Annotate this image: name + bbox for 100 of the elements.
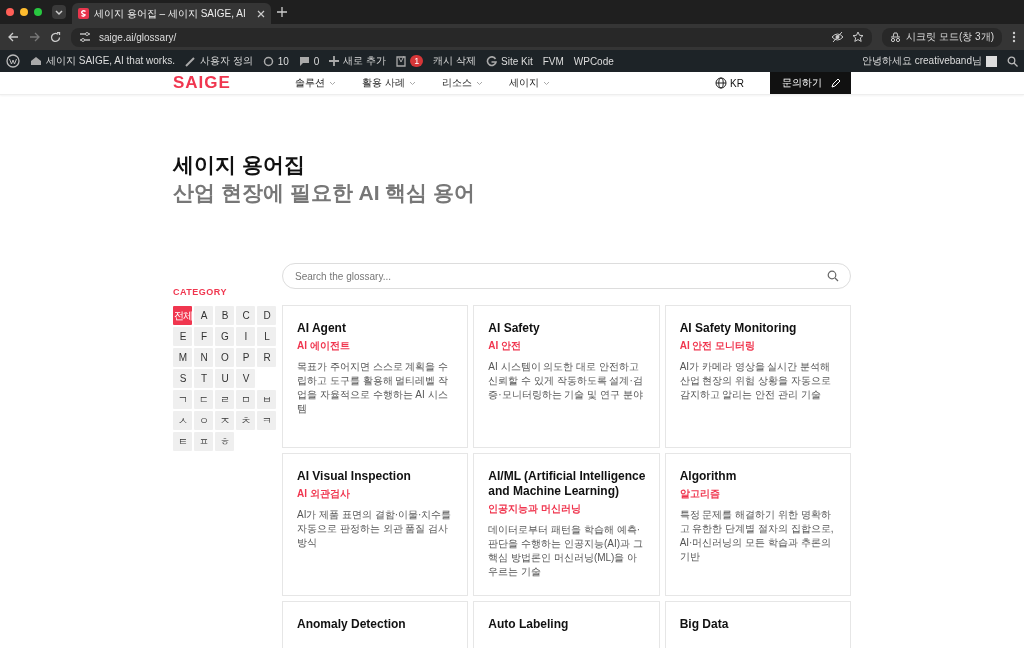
admin-new-link[interactable]: 새로 추가	[329, 54, 387, 68]
term-title: AI Safety	[488, 321, 541, 336]
close-icon[interactable]	[256, 9, 265, 18]
window-controls-icon[interactable]	[6, 8, 42, 16]
admin-customize-link[interactable]: 사용자 정의	[184, 54, 253, 68]
category-filter[interactable]: ㅍ	[194, 432, 213, 451]
term-korean: 알고리즘	[679, 487, 721, 501]
category-filter[interactable]: L	[257, 327, 276, 346]
account-greeting[interactable]: 안녕하세요 creativeband님	[861, 54, 982, 68]
star-icon[interactable]	[852, 31, 865, 43]
term-description: 목표가 주어지면 스스로 계획을 수립하고 도구를 활용해 멀티레벨 작업을 자율적으로 수행하는 AI 시스템	[297, 360, 450, 416]
chevron-down-icon	[54, 7, 64, 17]
home-icon	[30, 56, 42, 66]
category-filter[interactable]: ㄹ	[215, 390, 234, 409]
nav-link[interactable]: 활용 사례	[362, 76, 416, 90]
term-title: AI/ML (Artificial Intelligence and Machine Learning)	[488, 469, 647, 499]
category-filter[interactable]: B	[215, 306, 234, 325]
category-filter[interactable]: C	[236, 306, 255, 325]
address-bar[interactable]: saige.ai/glossary/	[71, 27, 873, 47]
category-filter[interactable]: M	[173, 348, 192, 367]
category-filter[interactable]: ㅊ	[236, 411, 255, 430]
admin-text-link[interactable]: FVM	[542, 55, 564, 67]
language-selector[interactable]: KR	[715, 77, 744, 89]
category-filter[interactable]: O	[215, 348, 234, 367]
back-icon[interactable]	[8, 32, 19, 42]
category-filter[interactable]: ㅇ	[194, 411, 213, 430]
chevron-down-icon	[329, 80, 336, 86]
category-filter[interactable]: F	[194, 327, 213, 346]
term-description: 데이터로부터 패턴을 학습해 예측·판단을 수행하는 인공지능(AI)과 그 핵심 방법론인 머신러닝(ML)을 아우르는 기술	[488, 523, 644, 579]
term-card[interactable]: AI/ML (Artificial Intelligence and Machine Learning) 인공지능과 머신러닝 데이터로부터 패턴을 학습해 예측·판단을 수행하는 인공지능(AI)과 그 핵심 방법론인 머신러닝(ML)을 아우르는 기술	[473, 453, 660, 596]
site-settings-icon[interactable]	[79, 31, 91, 43]
term-card[interactable]: Big Data	[664, 601, 851, 648]
nav-link[interactable]: 솔루션	[295, 76, 336, 90]
category-filter[interactable]: I	[236, 327, 255, 346]
incognito-icon	[890, 31, 902, 43]
category-filter[interactable]: D	[257, 306, 276, 325]
term-description: AI 시스템이 의도한 대로 안전하고 신뢰할 수 있게 작동하도록 설계·검증·모니터링하는 기술 및 연구 분야	[488, 360, 644, 402]
g-letter-icon	[486, 55, 497, 67]
term-card[interactable]: AI Agent AI 에이전트 목표가 주어지면 스스로 계획을 수립하고 도구를 활용해 멀티레벨 작업을 자율적으로 수행하는 AI 시스템	[282, 305, 469, 448]
category-filter[interactable]: S	[173, 369, 192, 388]
wordpress-icon[interactable]	[6, 54, 20, 68]
term-card[interactable]: AI Safety Monitoring AI 안전 모니터링 AI가 카메라 영상을 실시간 분석해 산업 현장의 위험 상황을 자동으로 감지하고 알리는 안전 관리 기술	[664, 305, 851, 448]
category-filter[interactable]: R	[257, 348, 276, 367]
comment-icon	[298, 55, 310, 67]
category-filter[interactable]: N	[194, 348, 213, 367]
category-filter[interactable]: ㄷ	[194, 390, 213, 409]
term-card[interactable]: Anomaly Detection	[282, 601, 469, 648]
nav-link[interactable]: 세이지	[508, 76, 550, 90]
term-description: AI가 카메라 영상을 실시간 분석해 산업 현장의 위험 상황을 자동으로 감지하고 알리는 안전 관리 기술	[679, 360, 832, 402]
category-filter[interactable]: U	[215, 369, 234, 388]
page-title: 세이지 용어집	[173, 152, 306, 178]
forward-icon[interactable]	[29, 32, 40, 42]
more-icon[interactable]	[1012, 31, 1016, 43]
category-filter[interactable]: ㄱ	[173, 390, 192, 409]
category-filter[interactable]: ㅎ	[215, 432, 234, 451]
admin-text-link[interactable]: WPCode	[573, 55, 614, 67]
admin-text-link[interactable]: 캐시 삭제	[433, 54, 476, 68]
category-filter[interactable]: A	[194, 306, 213, 325]
new-tab-icon[interactable]	[276, 7, 287, 17]
term-korean: 인공지능과 머신러닝	[488, 502, 583, 516]
admin-comments-link[interactable]: 0	[298, 55, 320, 67]
eye-off-icon[interactable]	[831, 31, 845, 43]
reload-icon[interactable]	[50, 31, 61, 43]
category-filter[interactable]: P	[236, 348, 255, 367]
term-korean: AI 안전 모니터링	[679, 339, 757, 353]
chevron-down-icon	[475, 80, 483, 86]
avatar-icon[interactable]	[986, 55, 997, 67]
term-title: Algorithm	[679, 469, 738, 484]
logo[interactable]: SAIGE	[173, 73, 295, 93]
category-filter[interactable]: ㅌ	[173, 432, 192, 451]
category-filter[interactable]: T	[194, 369, 213, 388]
category-filter[interactable]: ㅅ	[173, 411, 192, 430]
term-korean: AI 외관검사	[297, 487, 351, 501]
search-icon[interactable]	[827, 270, 839, 282]
category-heading: CATEGORY	[173, 287, 228, 297]
category-filter[interactable]: V	[236, 369, 255, 388]
category-filter[interactable]: ㅈ	[215, 411, 234, 430]
category-filter[interactable]: E	[173, 327, 192, 346]
category-filter[interactable]: ㅋ	[257, 411, 276, 430]
term-korean: AI 안전	[488, 339, 523, 353]
term-card[interactable]: Algorithm 알고리즘 특정 문제를 해결하기 위한 명확하고 유한한 단계별 절차의 집합으로, AI·머신러닝의 모든 학습과 추론의 기반	[664, 453, 851, 596]
admin-site-link[interactable]: 세이지 SAIGE, AI that works.	[30, 54, 175, 68]
category-filter[interactable]: G	[215, 327, 234, 346]
category-filter[interactable]: ㅁ	[236, 390, 255, 409]
admin-updates-link[interactable]: 10	[262, 55, 289, 67]
contact-button[interactable]: 문의하기	[770, 72, 851, 94]
category-filter[interactable]: 전체	[173, 306, 192, 325]
term-card[interactable]: AI Safety AI 안전 AI 시스템이 의도한 대로 안전하고 신뢰할 수 있게 작동하도록 설계·검증·모니터링하는 기술 및 연구 분야	[473, 305, 660, 448]
nav-link[interactable]: 리소스	[441, 76, 483, 90]
profile-button[interactable]: 시크릿 모드(창 3개)	[882, 27, 1002, 47]
term-title: Auto Labeling	[488, 617, 570, 632]
search-field[interactable]: Search the glossary...	[282, 263, 851, 289]
browser-tab[interactable]: 세이지 용어집 – 세이지 SAIGE, AI	[72, 3, 271, 24]
term-card[interactable]: AI Visual Inspection AI 외관검사 AI가 제품 표면의 결함·이물·치수를 자동으로 판정하는 외관 품질 검사 방식	[282, 453, 469, 596]
category-filter[interactable]: ㅂ	[257, 390, 276, 409]
admin-sitekit-link[interactable]: Site Kit	[486, 55, 533, 67]
search-icon[interactable]	[1007, 55, 1018, 67]
term-card[interactable]: Auto Labeling	[473, 601, 660, 648]
term-title: Big Data	[679, 617, 730, 632]
tab-search-button[interactable]	[52, 5, 66, 19]
